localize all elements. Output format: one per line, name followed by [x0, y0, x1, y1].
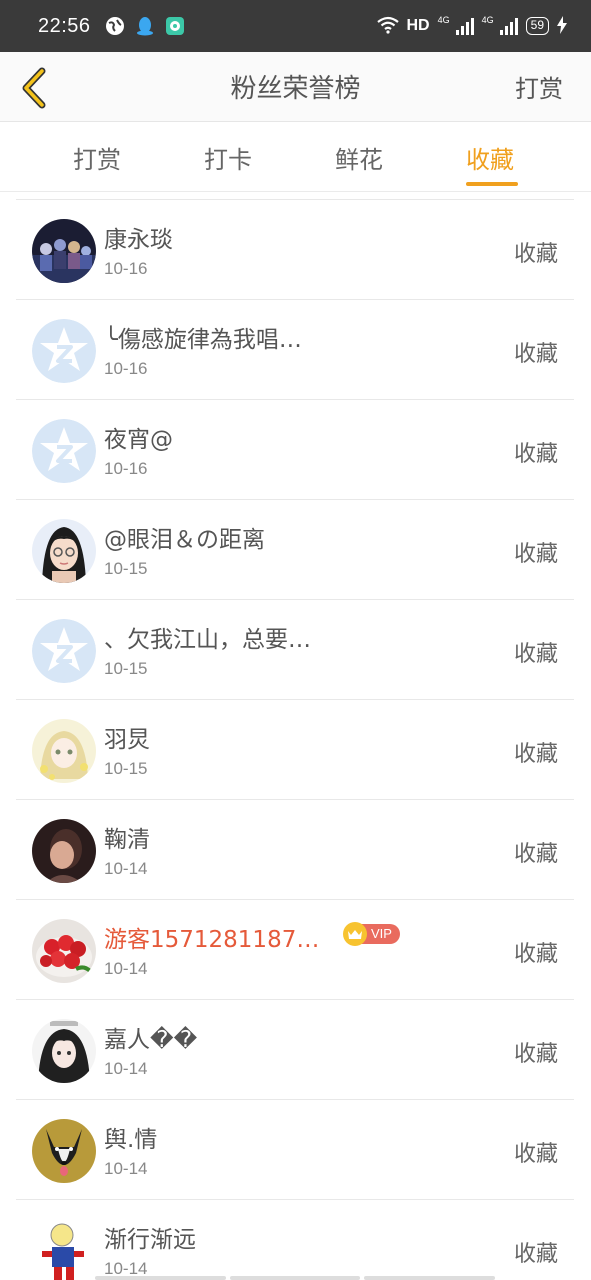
default-avatar-icon	[32, 619, 96, 683]
fan-date: 10-16	[104, 259, 148, 278]
header-bar: 粉丝荣誉榜 打赏	[0, 52, 591, 122]
fan-date: 10-16	[104, 359, 148, 378]
list-item[interactable]: 嘉人�� 10-14 收藏	[16, 1000, 574, 1100]
status-indicators: HD 4G 4G 59	[376, 15, 567, 37]
tab-bar: 打赏 打卡 鲜花 收藏	[0, 122, 591, 192]
fan-date: 10-15	[104, 559, 148, 578]
battery-level: 59	[525, 17, 549, 35]
reward-button[interactable]: 打赏	[515, 69, 563, 104]
fan-name: 舆.情	[104, 1127, 158, 1153]
fan-action: 收藏	[513, 342, 558, 367]
avatar	[32, 1019, 96, 1083]
page-title: 粉丝荣誉榜	[230, 74, 361, 104]
fan-action: 收藏	[513, 1142, 558, 1167]
fan-name: 游客1571281187…	[104, 927, 320, 953]
fan-action: 收藏	[513, 642, 558, 667]
tab-reward[interactable]: 打赏	[73, 140, 121, 175]
avatar	[32, 519, 96, 583]
list-item[interactable]: 、欠我江山，总要… 10-15 收藏	[16, 600, 574, 700]
signal-icon	[455, 17, 474, 35]
fan-date: 10-14	[104, 1059, 148, 1078]
back-button[interactable]	[14, 66, 54, 110]
tab-active-indicator	[466, 182, 518, 186]
list-item[interactable]: ╰傷感旋律為我唱… 10-16 收藏	[16, 300, 574, 400]
list-item[interactable]: 舆.情 10-14 收藏	[16, 1100, 574, 1200]
status-time: 22:56	[38, 14, 91, 37]
fan-action: 收藏	[513, 1242, 558, 1267]
avatar	[32, 719, 96, 783]
fan-date: 10-14	[104, 859, 148, 878]
fan-name: 康永琰	[104, 227, 173, 253]
fan-name: ╰傷感旋律為我唱…	[104, 327, 302, 353]
fan-action: 收藏	[513, 442, 558, 467]
charging-bolt-icon	[557, 15, 567, 37]
avatar	[32, 219, 96, 283]
list-item[interactable]: 游客1571281187… VIP 10-14 收藏	[16, 900, 574, 1000]
list-item[interactable]: 鞠清 10-14 收藏	[16, 800, 574, 900]
chevron-left-icon	[22, 67, 46, 109]
fan-date: 10-16	[104, 459, 148, 478]
network-type-2: 4G	[481, 15, 494, 25]
fan-date: 10-14	[104, 1159, 148, 1178]
fan-date: 10-14	[104, 959, 148, 978]
chat-app-icon	[165, 16, 185, 36]
crown-icon	[343, 922, 367, 946]
fan-action: 收藏	[513, 842, 558, 867]
globe-icon	[105, 16, 125, 36]
default-avatar-icon	[32, 319, 96, 383]
fan-name: 渐行渐远	[104, 1227, 196, 1253]
list-item[interactable]: @眼泪＆の距离 10-15 收藏	[16, 500, 574, 600]
list-item[interactable]: 康永琰 10-16 收藏	[16, 200, 574, 300]
vip-badge: VIP	[343, 922, 400, 946]
fan-action: 收藏	[513, 242, 558, 267]
signal-icon-2	[499, 17, 518, 35]
fan-action: 收藏	[513, 942, 558, 967]
fan-action: 收藏	[513, 742, 558, 767]
avatar	[32, 919, 96, 983]
fan-date: 10-15	[104, 659, 148, 678]
hd-label: HD	[406, 17, 430, 34]
list-item[interactable]: 羽炅 10-15 收藏	[16, 700, 574, 800]
default-avatar-icon	[32, 419, 96, 483]
scroll-indicator	[95, 1276, 496, 1280]
network-type-1: 4G	[437, 15, 450, 25]
fan-date: 10-15	[104, 759, 148, 778]
fan-name: 嘉人��	[104, 1027, 198, 1053]
fan-action: 收藏	[513, 1042, 558, 1067]
tab-checkin[interactable]: 打卡	[204, 140, 252, 175]
avatar	[32, 1219, 96, 1280]
fan-name: 、欠我江山，总要…	[104, 627, 311, 653]
fan-action: 收藏	[513, 542, 558, 567]
fan-list: 康永琰 10-16 收藏 ╰傷感旋律為我唱… 10-16 收藏 夜宵@ 10-1…	[16, 199, 574, 1280]
fan-name: 夜宵@	[104, 427, 173, 453]
status-app-icons	[105, 16, 185, 36]
list-item[interactable]: 夜宵@ 10-16 收藏	[16, 400, 574, 500]
avatar	[32, 819, 96, 883]
fan-name: @眼泪＆の距离	[104, 527, 265, 553]
tab-flowers[interactable]: 鲜花	[335, 140, 383, 175]
status-bar: 22:56 HD 4G 4G 59	[0, 0, 591, 52]
qq-penguin-icon	[135, 16, 155, 36]
fan-name: 羽炅	[104, 727, 150, 753]
wifi-icon	[376, 16, 399, 37]
tab-favorites[interactable]: 收藏	[466, 140, 514, 175]
avatar	[32, 1119, 96, 1183]
list-item[interactable]: 渐行渐远 10-14 收藏	[16, 1200, 574, 1280]
fan-name: 鞠清	[104, 827, 150, 853]
